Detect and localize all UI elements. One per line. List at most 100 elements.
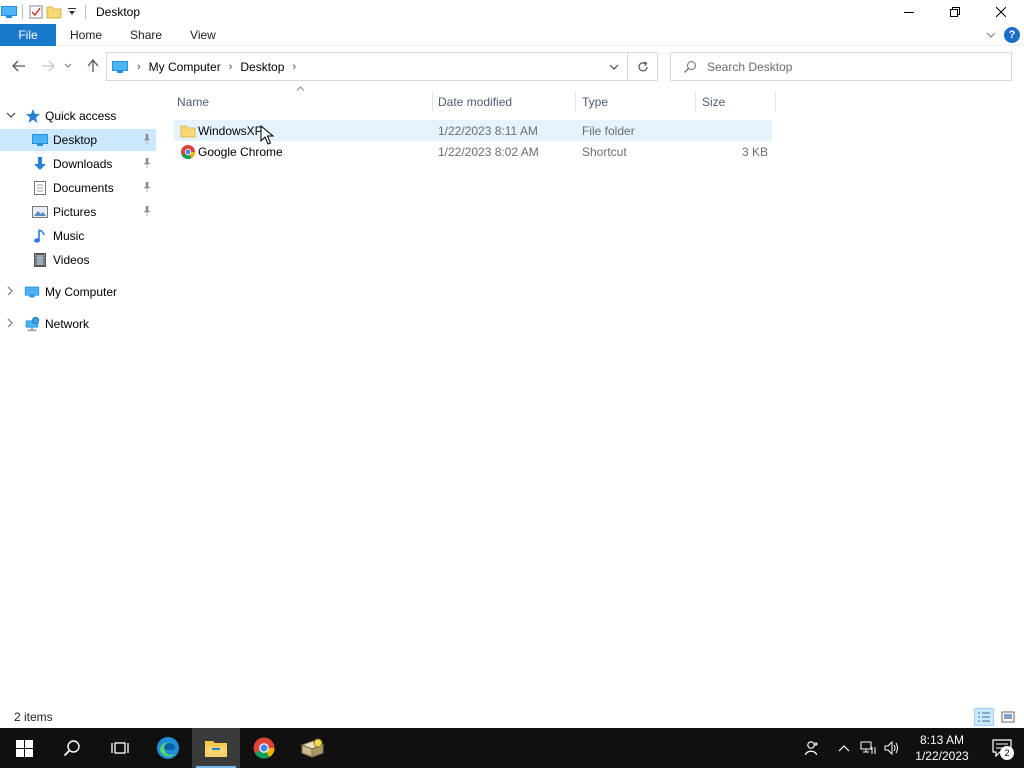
tab-share[interactable]: Share [116,24,176,46]
file-explorer-icon [205,741,227,757]
task-view-button[interactable] [96,728,144,768]
column-header-type[interactable]: Type [576,92,696,112]
task-view-icon [111,742,129,754]
app-taskbar-button[interactable] [288,728,336,768]
navigation-pane: Quick access Desktop Downloads Documents [0,86,158,706]
nav-label: Documents [53,181,114,195]
large-icons-view-button[interactable] [998,708,1018,726]
column-label: Date modified [438,95,513,109]
breadcrumb-chevron-icon[interactable]: › [292,61,296,73]
title-bar: Desktop [0,0,1024,24]
nav-label: Pictures [53,205,97,219]
column-header-size[interactable]: Size [696,92,776,112]
column-header-date-modified[interactable]: Date modified [432,92,576,112]
tab-file[interactable]: File [0,23,56,46]
volume-button[interactable] [880,728,904,768]
people-icon [804,741,818,756]
chrome-icon [253,737,275,759]
action-center-button[interactable]: 2 [980,728,1024,768]
expand-chevron-icon[interactable] [6,286,14,299]
properties-icon[interactable] [27,3,45,21]
minimize-button[interactable] [886,0,932,24]
refresh-button[interactable] [627,53,657,80]
help-icon[interactable]: ? [1004,27,1020,43]
downloads-icon [32,156,48,172]
nav-label: Desktop [53,133,98,147]
new-folder-icon[interactable] [45,3,63,21]
computer-icon [112,60,128,73]
breadcrumb-chevron-icon[interactable]: › [137,61,141,73]
network-icon [24,316,40,332]
window-title: Desktop [96,5,141,19]
star-icon [25,108,41,124]
chevron-down-icon [64,63,72,68]
search-icon [684,60,697,73]
chrome-taskbar-button[interactable] [240,728,288,768]
customize-toolbar-dropdown-icon[interactable] [63,3,81,21]
file-explorer-taskbar-button[interactable] [192,728,240,768]
nav-item-music[interactable]: Music [0,225,156,247]
restore-icon [950,7,960,17]
restore-button[interactable] [932,0,978,24]
pin-icon [142,157,152,171]
expand-chevron-icon[interactable] [6,318,14,331]
clock[interactable]: 8:13 AM 1/22/2023 [904,728,980,768]
nav-label: Quick access [45,109,117,123]
pictures-icon [32,204,48,220]
up-arrow-icon [87,59,99,72]
nav-label: Videos [53,253,90,267]
up-button[interactable] [81,54,105,78]
item-count: 2 items [14,710,53,724]
nav-item-documents[interactable]: Documents [0,177,156,199]
nav-item-downloads[interactable]: Downloads [0,153,156,175]
ribbon-tabs: File Home Share View ? [0,23,1024,46]
search-icon [63,740,80,757]
edge-taskbar-button[interactable] [144,728,192,768]
forward-button[interactable] [36,54,60,78]
breadcrumb-chevron-icon[interactable]: › [229,61,233,73]
address-bar[interactable]: › My Computer › Desktop › [106,52,658,81]
show-hidden-icons-button[interactable] [832,728,856,768]
quick-access-toolbar [0,0,90,24]
navigation-bar: › My Computer › Desktop › Search Desktop [0,46,1024,86]
column-header-name[interactable]: Name [171,92,433,112]
desktop-icon [32,132,48,148]
folder-icon [180,120,196,141]
nav-item-pictures[interactable]: Pictures [0,201,156,223]
recent-locations-button[interactable] [60,54,76,78]
nav-label: Downloads [53,157,113,171]
nav-my-computer[interactable]: My Computer [0,281,156,303]
expand-ribbon-icon[interactable] [986,28,996,42]
nav-quick-access[interactable]: Quick access [0,105,156,127]
chrome-icon [180,141,196,162]
system-tray: 8:13 AM 1/22/2023 2 [792,728,1024,768]
people-button[interactable] [792,728,832,768]
file-list: Name Date modified Type Size WindowsXP 1… [160,86,1024,706]
file-date: 1/22/2023 8:11 AM [438,123,538,138]
breadcrumb-desktop[interactable]: Desktop [240,60,284,74]
file-name: WindowsXP [198,123,263,138]
nav-item-desktop[interactable]: Desktop [0,129,156,151]
pin-icon [142,181,152,195]
nav-item-videos[interactable]: Videos [0,249,156,271]
search-box[interactable]: Search Desktop [670,52,1012,81]
documents-icon [32,180,48,196]
column-label: Name [177,95,210,109]
tab-home[interactable]: Home [56,24,116,46]
nav-network[interactable]: Network [0,313,156,335]
search-taskbar-button[interactable] [48,728,96,768]
tab-view[interactable]: View [176,24,230,46]
back-button[interactable] [7,54,31,78]
nav-label: Music [53,229,85,243]
start-button[interactable] [0,728,48,768]
details-view-icon [978,712,990,722]
details-view-button[interactable] [974,708,994,726]
close-button[interactable] [978,0,1024,24]
computer-icon [24,284,40,300]
breadcrumb-my-computer[interactable]: My Computer [149,60,221,74]
network-tray-button[interactable] [856,728,880,768]
address-history-dropdown[interactable] [603,53,625,80]
search-input[interactable]: Search Desktop [707,60,792,74]
file-date: 1/22/2023 8:02 AM [438,144,539,159]
collapse-chevron-icon[interactable] [6,111,16,122]
